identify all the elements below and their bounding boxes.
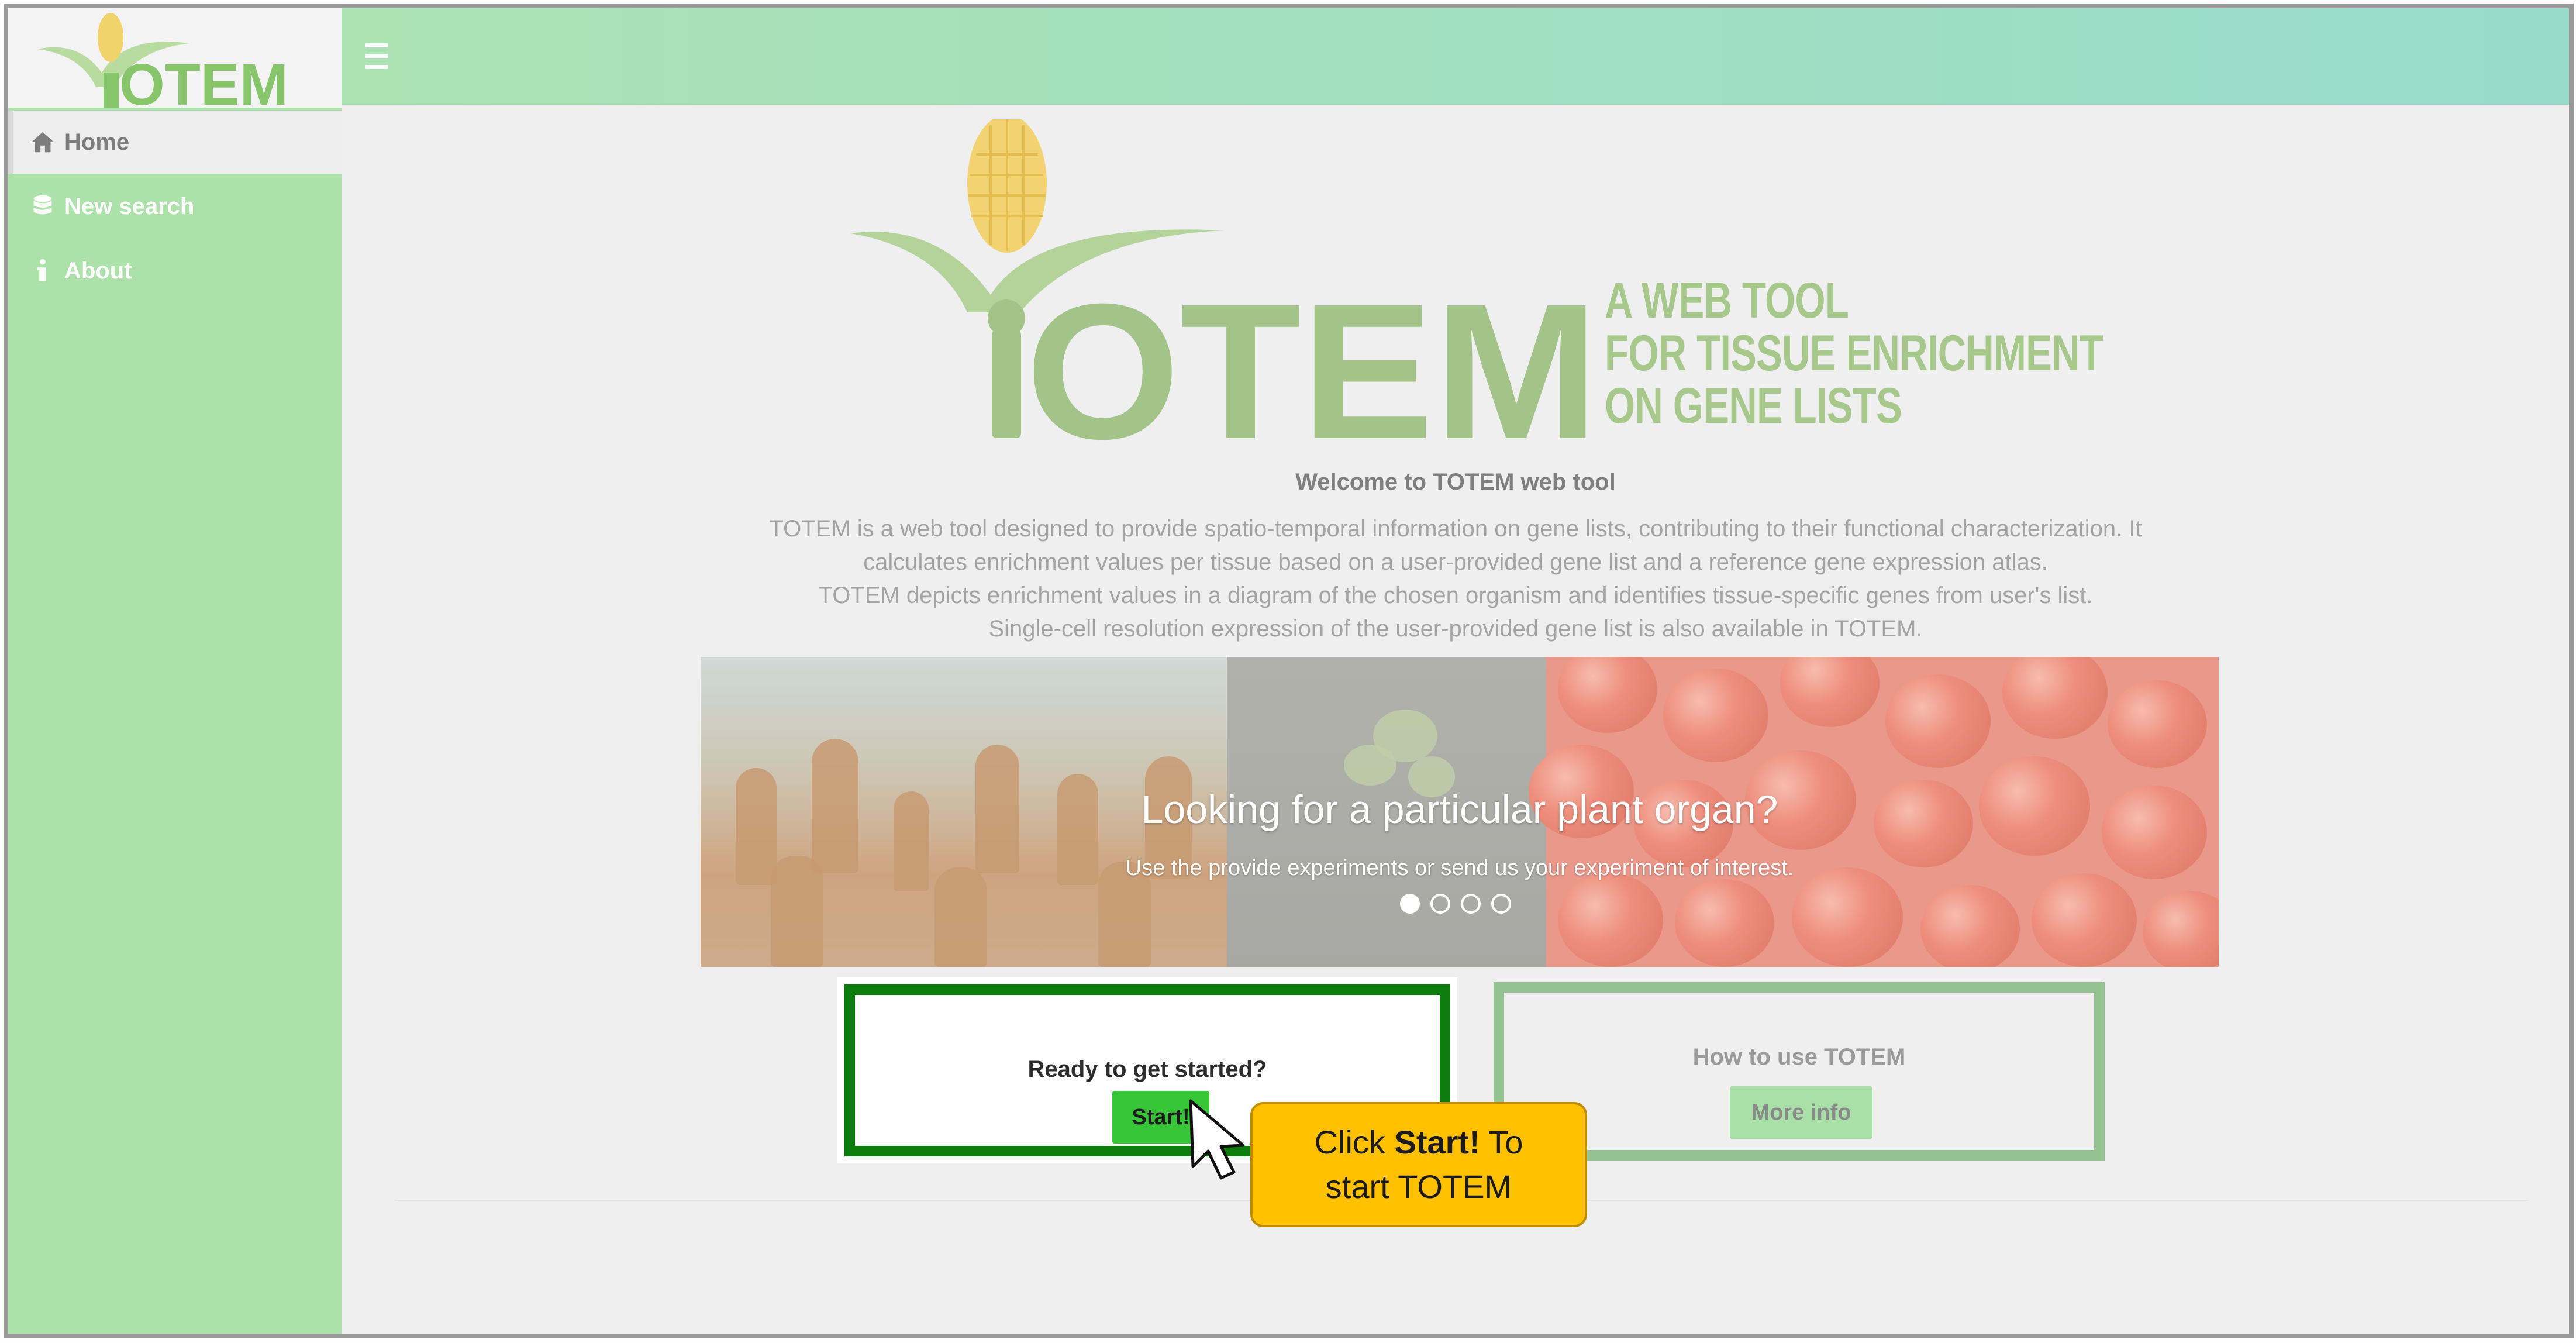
welcome-line: TOTEM is a web tool designed to provide … <box>769 516 2142 542</box>
sidebar-logo[interactable]: OTEM <box>8 8 342 108</box>
welcome-line: TOTEM depicts enrichment values in a dia… <box>818 583 2093 608</box>
get-started-question: Ready to get started? <box>1027 1056 1267 1082</box>
callout-prefix: Click <box>1314 1124 1395 1161</box>
home-icon <box>29 129 56 156</box>
carousel-caption-subtitle: Use the provide experiments or send us y… <box>1125 856 1794 880</box>
sidebar: OTEM Home New search About <box>8 8 342 1334</box>
sidebar-item-home[interactable]: Home <box>8 111 342 174</box>
how-to-use-question: How to use TOTEM <box>1692 1044 1906 1070</box>
welcome-description: TOTEM is a web tool designed to provide … <box>692 512 2219 646</box>
sidebar-item-about[interactable]: About <box>8 239 342 302</box>
totem-logo-icon: OTEM <box>37 13 288 108</box>
tagline-line: ON GENE LISTS <box>1605 378 1902 434</box>
welcome-line: Single-cell resolution expression of the… <box>988 616 1923 642</box>
tagline-line: FOR TISSUE ENRICHMENT <box>1605 325 2103 381</box>
carousel-caption-title: Looking for a particular plant organ? <box>1141 787 1778 832</box>
hero-tagline: A WEB TOOL FOR TISSUE ENRICHMENT ON GENE… <box>1605 273 2103 434</box>
welcome-title: Welcome to TOTEM web tool <box>1295 469 1616 495</box>
callout-bold: Start! <box>1394 1124 1480 1161</box>
tagline-line: A WEB TOOL <box>1605 273 1849 329</box>
app-window: OTEM Home New search About OTEM A WEB TO… <box>4 4 2574 1338</box>
top-bar <box>342 8 2569 105</box>
callout-line-2: start TOTEM <box>1325 1168 1512 1205</box>
carousel-indicators <box>1400 894 1511 914</box>
mouse-pointer-icon <box>1185 1097 1278 1188</box>
carousel-dot-2[interactable] <box>1430 894 1450 914</box>
database-icon <box>29 193 56 220</box>
hero-logo-text: OTEM <box>1026 263 1599 447</box>
sidebar-item-label: Home <box>64 129 130 155</box>
hamburger-icon[interactable] <box>365 43 388 69</box>
svg-text:OTEM: OTEM <box>119 52 288 108</box>
callout-line-1: Click Start! To <box>1315 1120 1523 1165</box>
info-icon <box>29 257 56 284</box>
more-info-button[interactable]: More info <box>1730 1086 1872 1139</box>
tutorial-callout: Click Start! To start TOTEM <box>1250 1102 1587 1227</box>
carousel-dot-3[interactable] <box>1461 894 1481 914</box>
welcome-line: calculates enrichment values per tissue … <box>863 549 2048 575</box>
carousel-dot-4[interactable] <box>1491 894 1511 914</box>
sidebar-item-new-search[interactable]: New search <box>8 175 342 238</box>
sidebar-item-label: New search <box>64 193 195 219</box>
callout-suffix: To <box>1480 1124 1523 1161</box>
corn-logo-icon: OTEM <box>850 115 1599 479</box>
image-carousel[interactable]: Looking for a particular plant organ? Us… <box>701 657 2219 967</box>
hero-logo: OTEM <box>850 115 1599 479</box>
sidebar-item-label: About <box>64 257 132 284</box>
carousel-dot-1[interactable] <box>1400 894 1420 914</box>
